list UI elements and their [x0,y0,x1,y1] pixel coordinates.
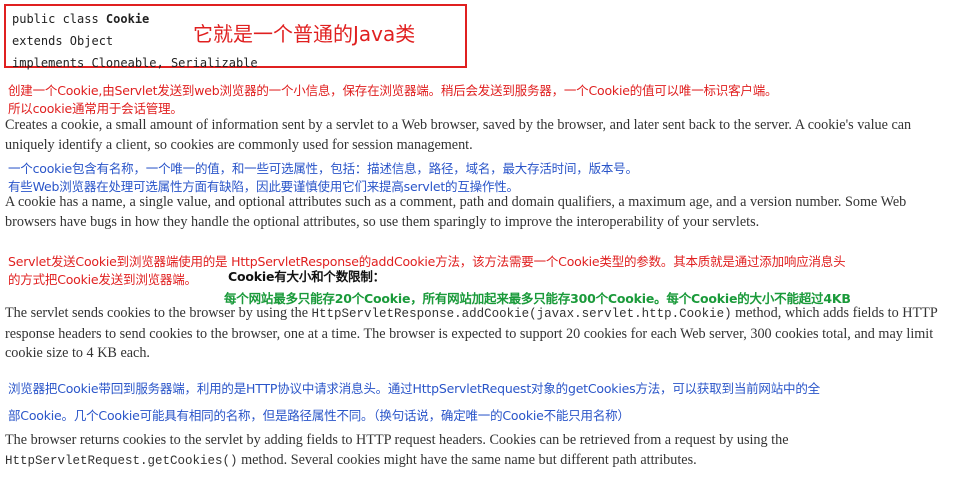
paragraph-return-cookies: The browser returns cookies to the servl… [5,432,789,468]
class-annotation: 它就是一个普通的Java类 [193,22,416,46]
paragraph-send-cookies: The servlet sends cookies to the browser… [5,305,938,361]
class-decl-line3: implements Cloneable, Serializable [12,56,258,70]
note-attributes-line1: 一个cookie包含有名称，一个唯一的值，和一些可选属性，包括：描述信息，路径，… [8,161,638,176]
note-send-line1: Servlet发送Cookie到浏览器端使用的是 HttpServletResp… [8,254,846,269]
note-return-line2: 部Cookie。几个Cookie可能具有相同的名称，但是路径属性不同。（换句话说… [8,408,630,423]
class-decl-line1: public class Cookie [12,12,150,26]
note-send-line2: 的方式把Cookie发送到浏览器端。 [8,272,197,287]
note-create-line1: 创建一个Cookie,由Servlet发送到web浏览器的一个小信息，保存在浏览… [8,83,778,98]
paragraph-cookie-attributes: A cookie has a name, a single value, and… [5,194,907,230]
limits-title: Cookie有大小和个数限制： [228,269,385,284]
class-decl-line2: extends Object [12,34,114,48]
code-add-cookie: HttpServletResponse.addCookie(javax.serv… [311,307,732,321]
paragraph-create-cookie: Creates a cookie, a small amount of info… [5,117,912,153]
note-create-line2: 所以cookie通常用于会话管理。 [8,101,183,116]
class-name: Cookie [105,12,150,26]
code-get-cookies: HttpServletRequest.getCookies() [5,453,238,468]
note-return-line1: 浏览器把Cookie带回到服务器端，利用的是HTTP协议中请求消息头。通过Htt… [8,381,820,396]
